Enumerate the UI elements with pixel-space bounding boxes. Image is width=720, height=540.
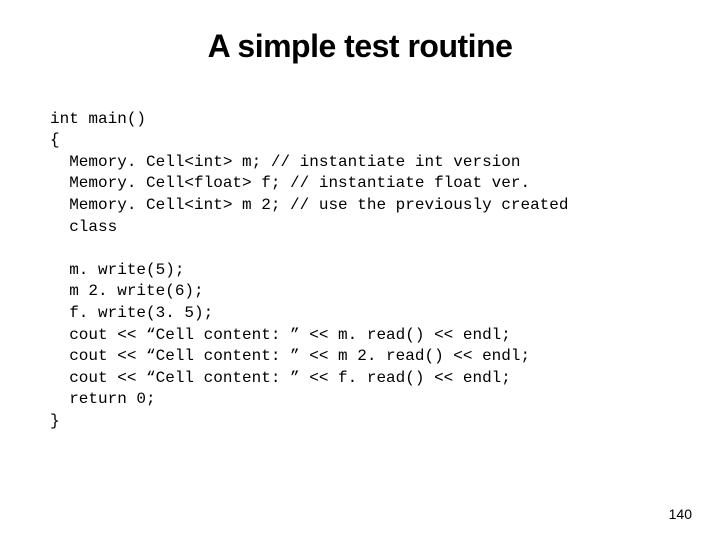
code-line: cout << “Cell content: ” << m. read() <<… (50, 326, 511, 344)
code-block: int main() { Memory. Cell<int> m; // ins… (50, 87, 670, 433)
code-line: m. write(5); (50, 261, 184, 279)
page-number: 140 (669, 506, 692, 522)
code-line: class (50, 218, 117, 236)
code-line: Memory. Cell<int> m 2; // use the previo… (50, 196, 568, 214)
code-line: cout << “Cell content: ” << f. read() <<… (50, 369, 511, 387)
code-line: } (50, 412, 60, 430)
code-line: Memory. Cell<float> f; // instantiate fl… (50, 174, 530, 192)
code-line: cout << “Cell content: ” << m 2. read() … (50, 347, 530, 365)
slide-title: A simple test routine (50, 28, 670, 65)
code-line: m 2. write(6); (50, 282, 204, 300)
slide-container: A simple test routine int main() { Memor… (0, 0, 720, 433)
code-line: int main() (50, 110, 146, 128)
code-line: f. write(3. 5); (50, 304, 213, 322)
code-line: return 0; (50, 390, 156, 408)
code-line: Memory. Cell<int> m; // instantiate int … (50, 153, 520, 171)
code-line: { (50, 131, 60, 149)
